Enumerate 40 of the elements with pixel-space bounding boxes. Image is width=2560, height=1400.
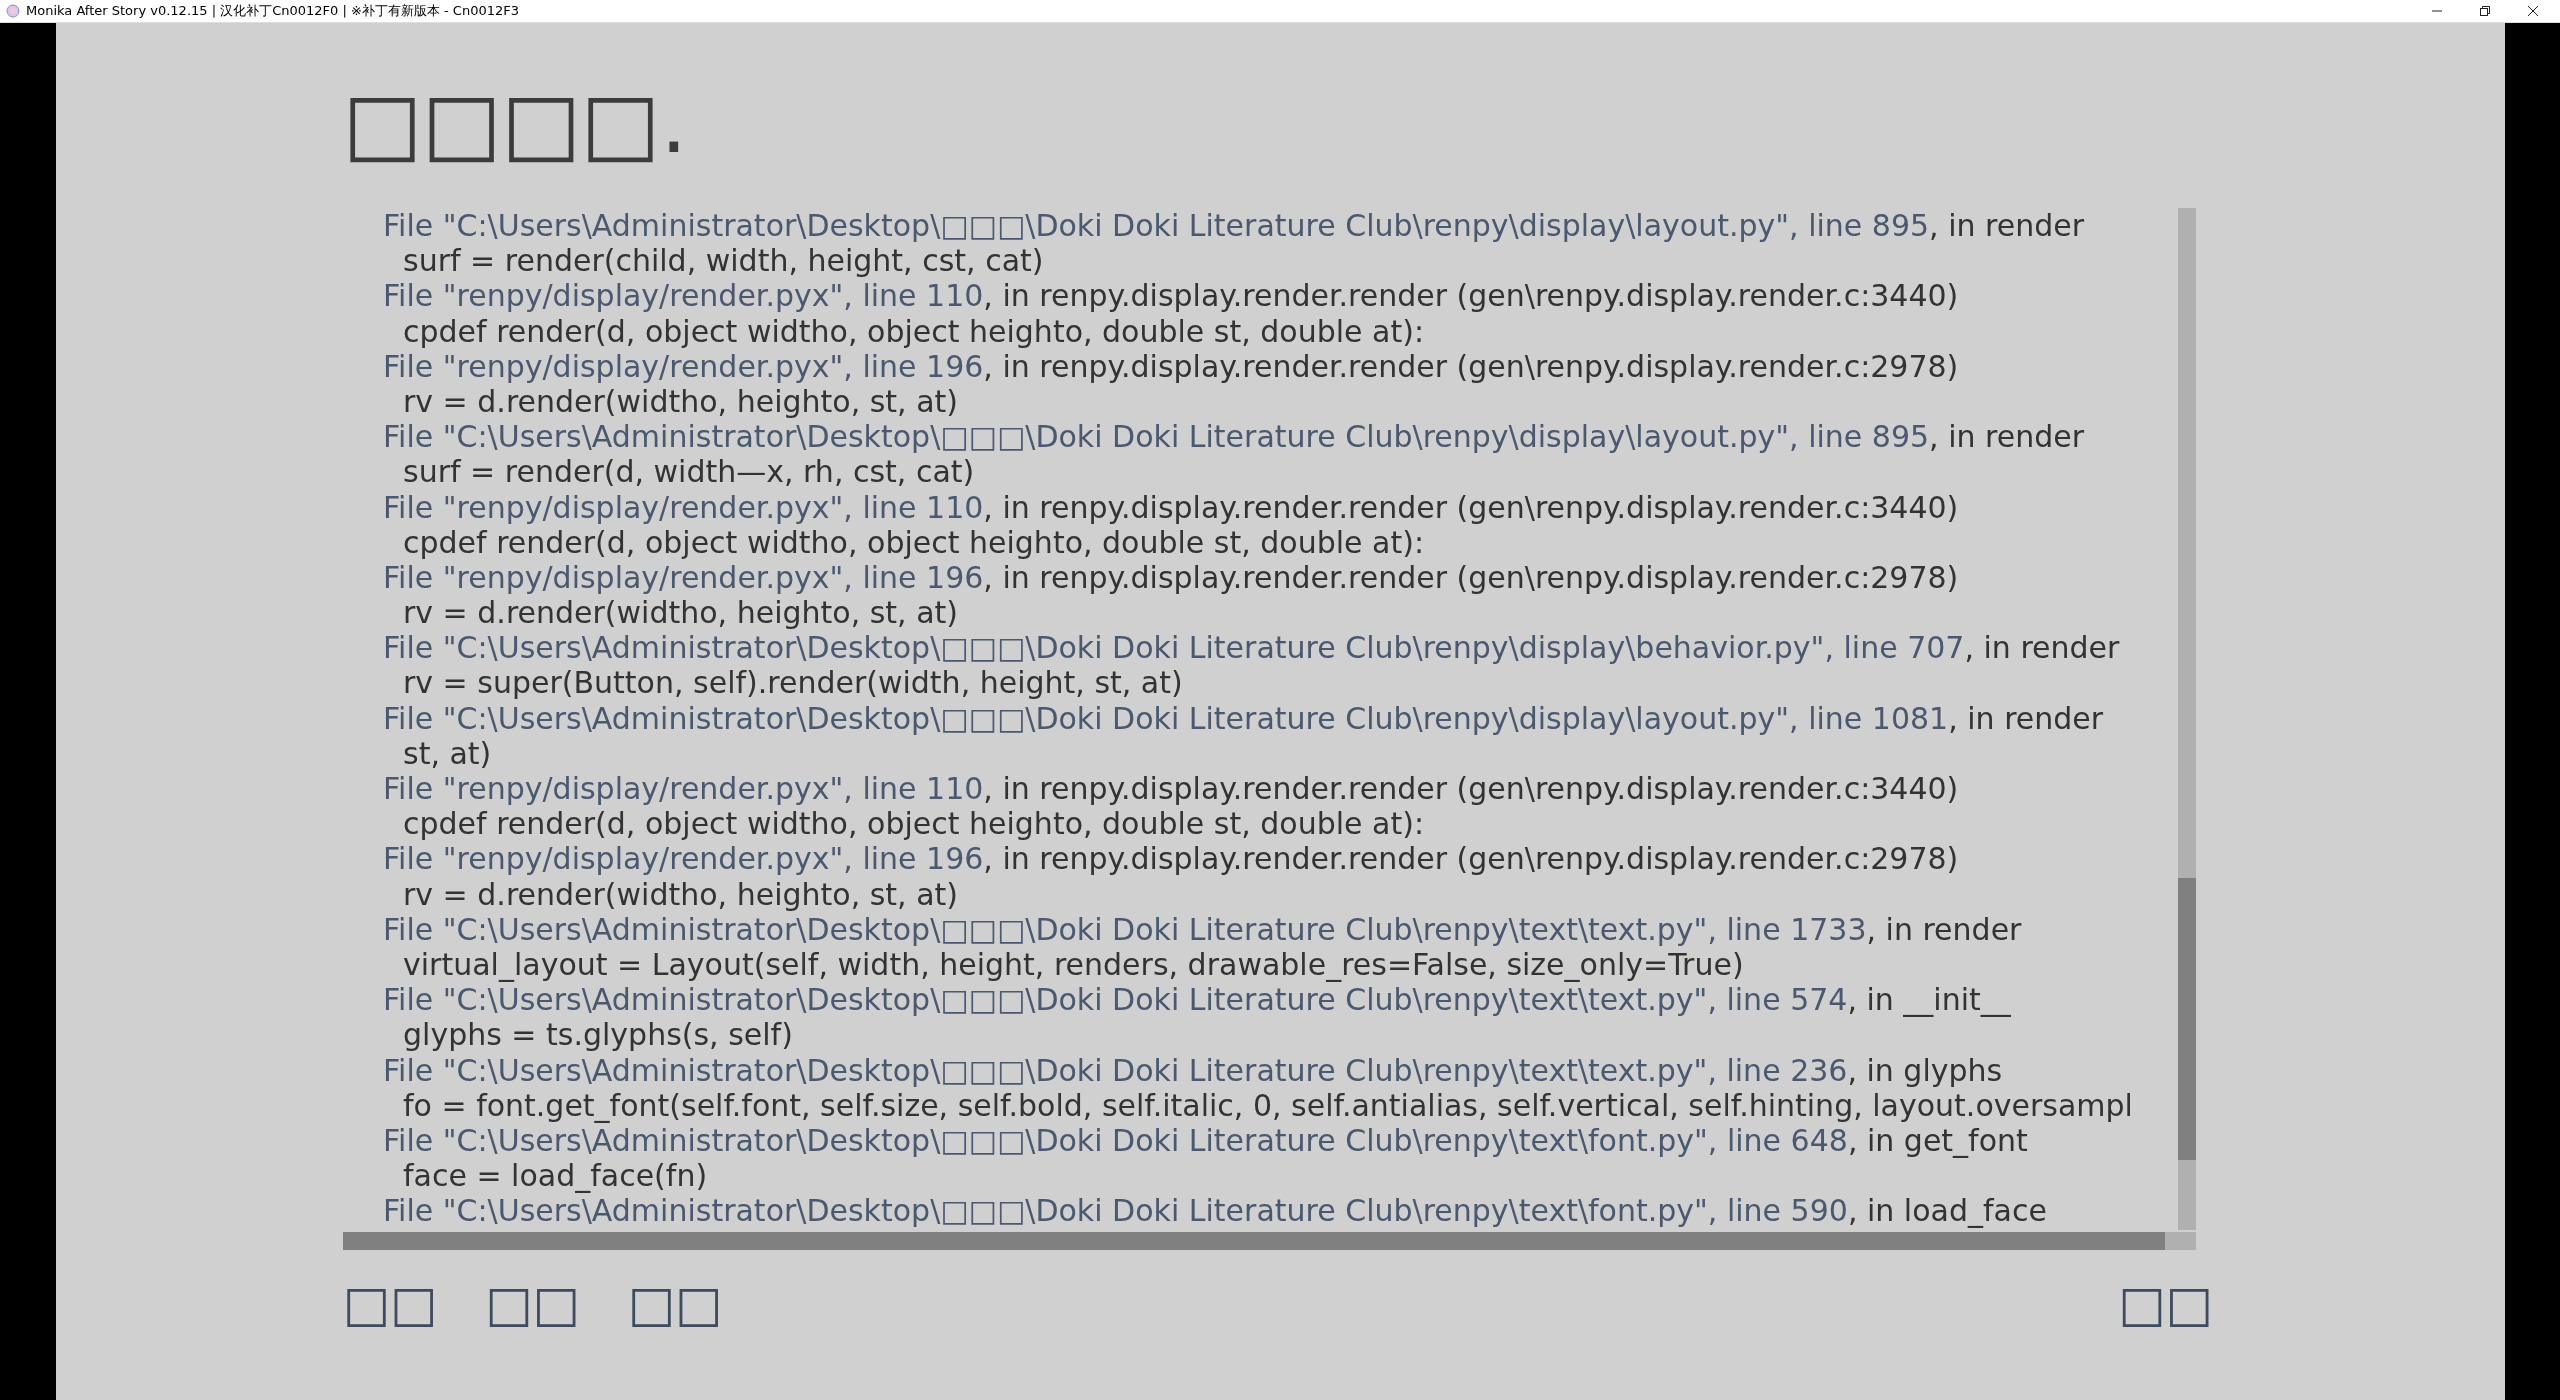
code-line: cpdef render(d, object widtho, object heighto, double st, double at): (402, 524, 1426, 560)
window-title: Monika After Story v0.12.15 | 汉化补丁Cn0012F0 | ※补丁有新版本 - Cn0012F3 (26, 2, 519, 20)
code-line: glyphs = ts.glyphs(s, self) (402, 1017, 794, 1053)
traceback-line: File "C:\Users\Administrator\Desktop\□□□\Doki Doki Literature Club\renpy\text\text.py", line 1733, in render (383, 911, 2023, 947)
page-heading: □□□□. (343, 73, 689, 174)
traceback-line: File "C:\Users\Administrator\Desktop\□□□\Doki Doki Literature Club\renpy\display\layout.py", line 1081, in render (383, 700, 2105, 736)
traceback-line: File "renpy/display/render.pyx", line 110, in renpy.display.render.render (gen\renpy.display.render.c:3440) (383, 278, 1960, 314)
traceback-line: File "C:\Users\Administrator\Desktop\□□□\Doki Doki Literature Club\renpy\text\font.py", line 590, in load_face (383, 1193, 2048, 1229)
code-line: rv = d.render(widtho, heighto, st, at) (402, 876, 960, 912)
code-line: cpdef render(d, object widtho, object heighto, double st, double at): (402, 806, 1426, 842)
restore-icon[interactable] (2480, 6, 2490, 16)
code-line: fo = font.get_font(self.font, self.size, self.bold, self.italic, 0, self.antialias, self.vertical, self.hinting, layout.oversampl (402, 1087, 2134, 1123)
traceback-line: File "C:\Users\Administrator\Desktop\□□□\Doki Doki Literature Club\renpy\display\layout.py", line 895, in render (383, 208, 2086, 244)
app-icon (6, 4, 20, 18)
traceback-line: File "renpy/display/render.pyx", line 110, in renpy.display.render.render (gen\renpy.display.render.c:3440) (383, 771, 1960, 807)
traceback-line: File "renpy/display/render.pyx", line 110, in renpy.display.render.render (gen\renpy.display.render.c:3440) (383, 489, 1960, 525)
code-line: rv = super(Button, self).render(width, height, st, at) (402, 665, 1184, 701)
traceback-line: File "renpy/display/render.pyx", line 196, in renpy.display.render.render (gen\renpy.display.render.c:2978) (383, 559, 1960, 596)
code-line: surf = render(child, width, height, cst, cat) (402, 243, 1045, 279)
menu-button[interactable]: □□ (627, 1272, 723, 1336)
code-line: virtual_layout = Layout(self, width, height, renders, drawable_res=False, size_only=True) (402, 946, 1745, 983)
traceback-line: File "C:\Users\Administrator\Desktop\□□□\Doki Doki Literature Club\renpy\text\text.py", line 574, in __init__ (383, 982, 2012, 1018)
code-line: rv = d.render(widtho, heighto, st, at) (402, 383, 960, 420)
traceback-line: File "C:\Users\Administrator\Desktop\□□□\Doki Doki Literature Club\renpy\display\layout.py", line 895, in render (383, 419, 2086, 455)
menu-button[interactable]: □□ (485, 1272, 580, 1336)
traceback-line: File "C:\Users\Administrator\Desktop\□□□\Doki Doki Literature Club\renpy\text\font.py", line 648, in get_font (383, 1122, 2029, 1159)
close-icon[interactable] (2528, 6, 2538, 16)
traceback-line: File "renpy/display/render.pyx", line 196, in renpy.display.render.render (gen\renpy.display.render.c:2978) (383, 841, 1960, 877)
menu-button[interactable]: □□ (2118, 1272, 2213, 1336)
code-line: st, at) (402, 735, 493, 771)
scroll-thumb[interactable] (2178, 878, 2196, 1160)
traceback-line: File "C:\Users\Administrator\Desktop\□□□\Doki Doki Literature Club\renpy\display\behavior.py", line 707, in render (383, 630, 2121, 666)
menu-button[interactable]: □□ (343, 1272, 438, 1336)
code-line: surf = render(d, width—x, rh, cst, cat) (402, 454, 976, 490)
traceback-line: File "renpy/display/render.pyx", line 196, in renpy.display.render.render (gen\renpy.display.render.c:2978) (383, 348, 1960, 384)
code-line: face = load_face(fn) (402, 1158, 709, 1194)
vertical-scrollbar[interactable] (2178, 208, 2196, 1230)
traceback-line: File "C:\Users\Administrator\Desktop\□□□\Doki Doki Literature Club\renpy\text\text.py", line 236, in glyphs (383, 1052, 2004, 1088)
code-line: rv = d.render(widtho, heighto, st, at) (402, 595, 960, 631)
code-line: cpdef render(d, object widtho, object heighto, double st, double at): (402, 313, 1426, 349)
